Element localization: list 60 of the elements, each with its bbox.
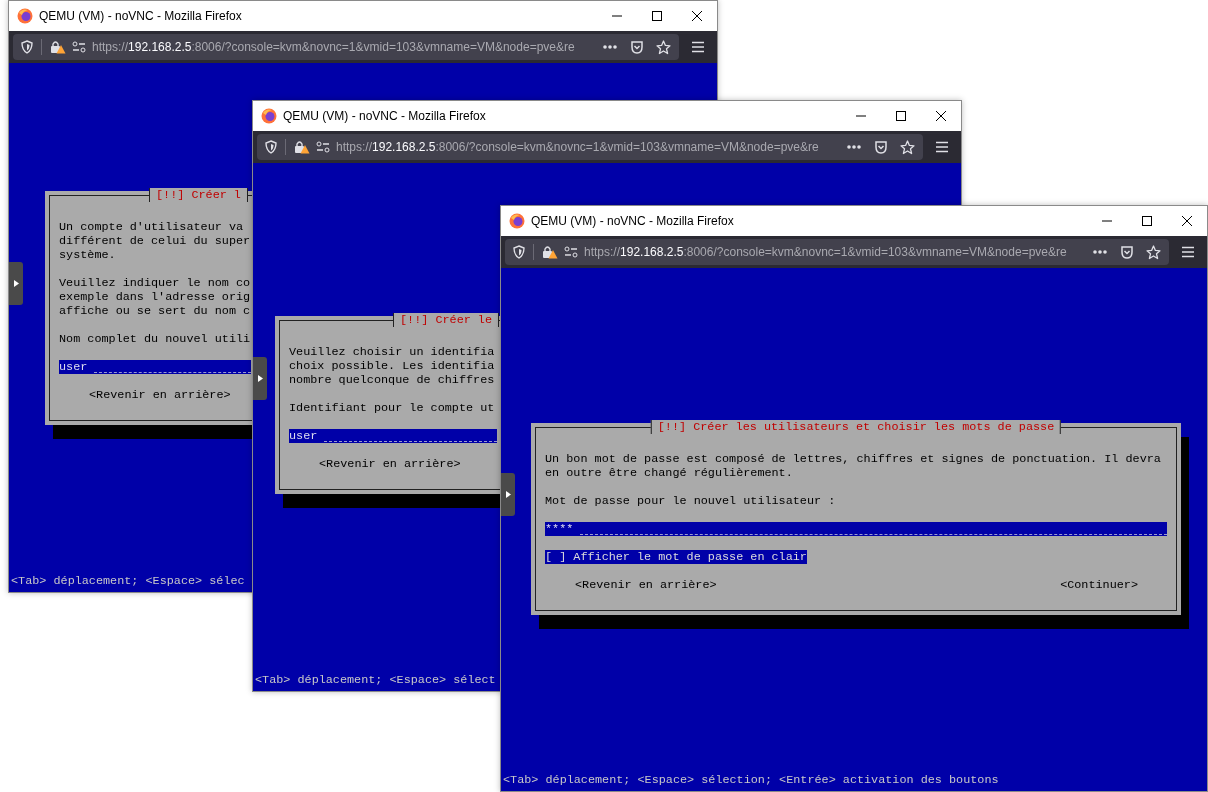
shield-icon[interactable]: [513, 245, 525, 259]
permissions-icon[interactable]: [564, 246, 578, 258]
chevron-badge-icon[interactable]: [630, 40, 644, 54]
star-icon[interactable]: [1146, 244, 1161, 260]
shield-icon[interactable]: [21, 40, 33, 54]
address-bar[interactable]: https://192.168.2.5:8006/?console=kvm&novnc=1&vmid=103&vmname=VM&node=pve&re: [13, 34, 679, 60]
back-button[interactable]: <Revenir en arrière>: [89, 388, 231, 402]
permissions-icon[interactable]: [316, 141, 330, 153]
firefox-icon: [509, 213, 525, 229]
maximize-icon[interactable]: [651, 10, 663, 22]
more-icon[interactable]: [1092, 249, 1108, 255]
permissions-icon[interactable]: [72, 41, 86, 53]
more-icon[interactable]: [602, 44, 618, 50]
dialog-title: [!!] Créer les utilisateurs et choisir les mots de passe: [650, 420, 1062, 434]
star-icon[interactable]: [900, 139, 915, 155]
window-title: QEMU (VM) - noVNC - Mozilla Firefox: [39, 8, 242, 25]
sidebar-handle[interactable]: [253, 357, 267, 400]
lock-warning-icon[interactable]: [50, 40, 66, 54]
close-icon[interactable]: [691, 10, 703, 22]
menu-icon[interactable]: [691, 41, 705, 53]
maximize-icon[interactable]: [895, 110, 907, 122]
chevron-badge-icon[interactable]: [874, 140, 888, 154]
dialog-text: Un compte d'utilisateur va différent de celui du super système.: [59, 220, 251, 262]
firefox-icon: [261, 108, 277, 124]
dialog-text: Un bon mot de passe est composé de lettres, chiffres et signes de ponctuation. Il devra en outre être changé régulièrement.: [545, 452, 1162, 480]
chevron-badge-icon[interactable]: [1120, 245, 1134, 259]
checkbox[interactable]: [ ] Afficher le mot de passe en clair: [545, 550, 807, 564]
dialog-text: Veuillez indiquer le nom co exemple dans l'adresse orig affiche ou se sert du nom c: [59, 276, 251, 318]
input-field[interactable]: user: [289, 429, 497, 443]
status-text: <Tab> déplacement; <Espace> sélect: [255, 673, 496, 687]
sidebar-handle[interactable]: [501, 473, 515, 516]
field-label: Nom complet du nouvel utili: [59, 332, 251, 346]
address-bar[interactable]: https://192.168.2.5:8006/?console=kvm&novnc=1&vmid=103&vmname=VM&node=pve&re: [257, 134, 923, 160]
input-field[interactable]: user: [59, 360, 251, 374]
lock-warning-icon[interactable]: [294, 140, 310, 154]
input-field[interactable]: ****: [545, 522, 1167, 536]
field-label: Identifiant pour le compte ut: [289, 401, 496, 415]
more-icon[interactable]: [846, 144, 862, 150]
star-icon[interactable]: [656, 39, 671, 55]
dialog-title: [!!] Créer le: [393, 313, 500, 327]
address-bar[interactable]: https://192.168.2.5:8006/?console=kvm&novnc=1&vmid=103&vmname=VM&node=pve&re: [505, 239, 1169, 265]
field-label: Mot de passe pour le nouvel utilisateur :: [545, 494, 837, 508]
menu-icon[interactable]: [1181, 246, 1195, 258]
maximize-icon[interactable]: [1141, 215, 1153, 227]
lock-warning-icon[interactable]: [542, 245, 558, 259]
sidebar-handle[interactable]: [9, 262, 23, 305]
close-icon[interactable]: [935, 110, 947, 122]
status-text: <Tab> déplacement; <Espace> sélec: [11, 574, 245, 588]
back-button[interactable]: <Revenir en arrière>: [319, 457, 461, 471]
dialog-title: [!!] Créer l: [149, 188, 248, 202]
dialog-text: Veuillez choisir un identifia choix possible. Les identifia nombre quelconque de chiffres: [289, 345, 496, 387]
firefox-icon: [17, 8, 33, 24]
close-icon[interactable]: [1181, 215, 1193, 227]
status-text: <Tab> déplacement; <Espace> sélection; <Entrée> activation des boutons: [503, 773, 999, 787]
menu-icon[interactable]: [935, 141, 949, 153]
window-title: QEMU (VM) - noVNC - Mozilla Firefox: [283, 108, 486, 125]
continue-button[interactable]: <Continuer>: [1060, 578, 1138, 592]
shield-icon[interactable]: [265, 140, 277, 154]
back-button[interactable]: <Revenir en arrière>: [575, 578, 717, 592]
window-title: QEMU (VM) - noVNC - Mozilla Firefox: [531, 213, 734, 230]
